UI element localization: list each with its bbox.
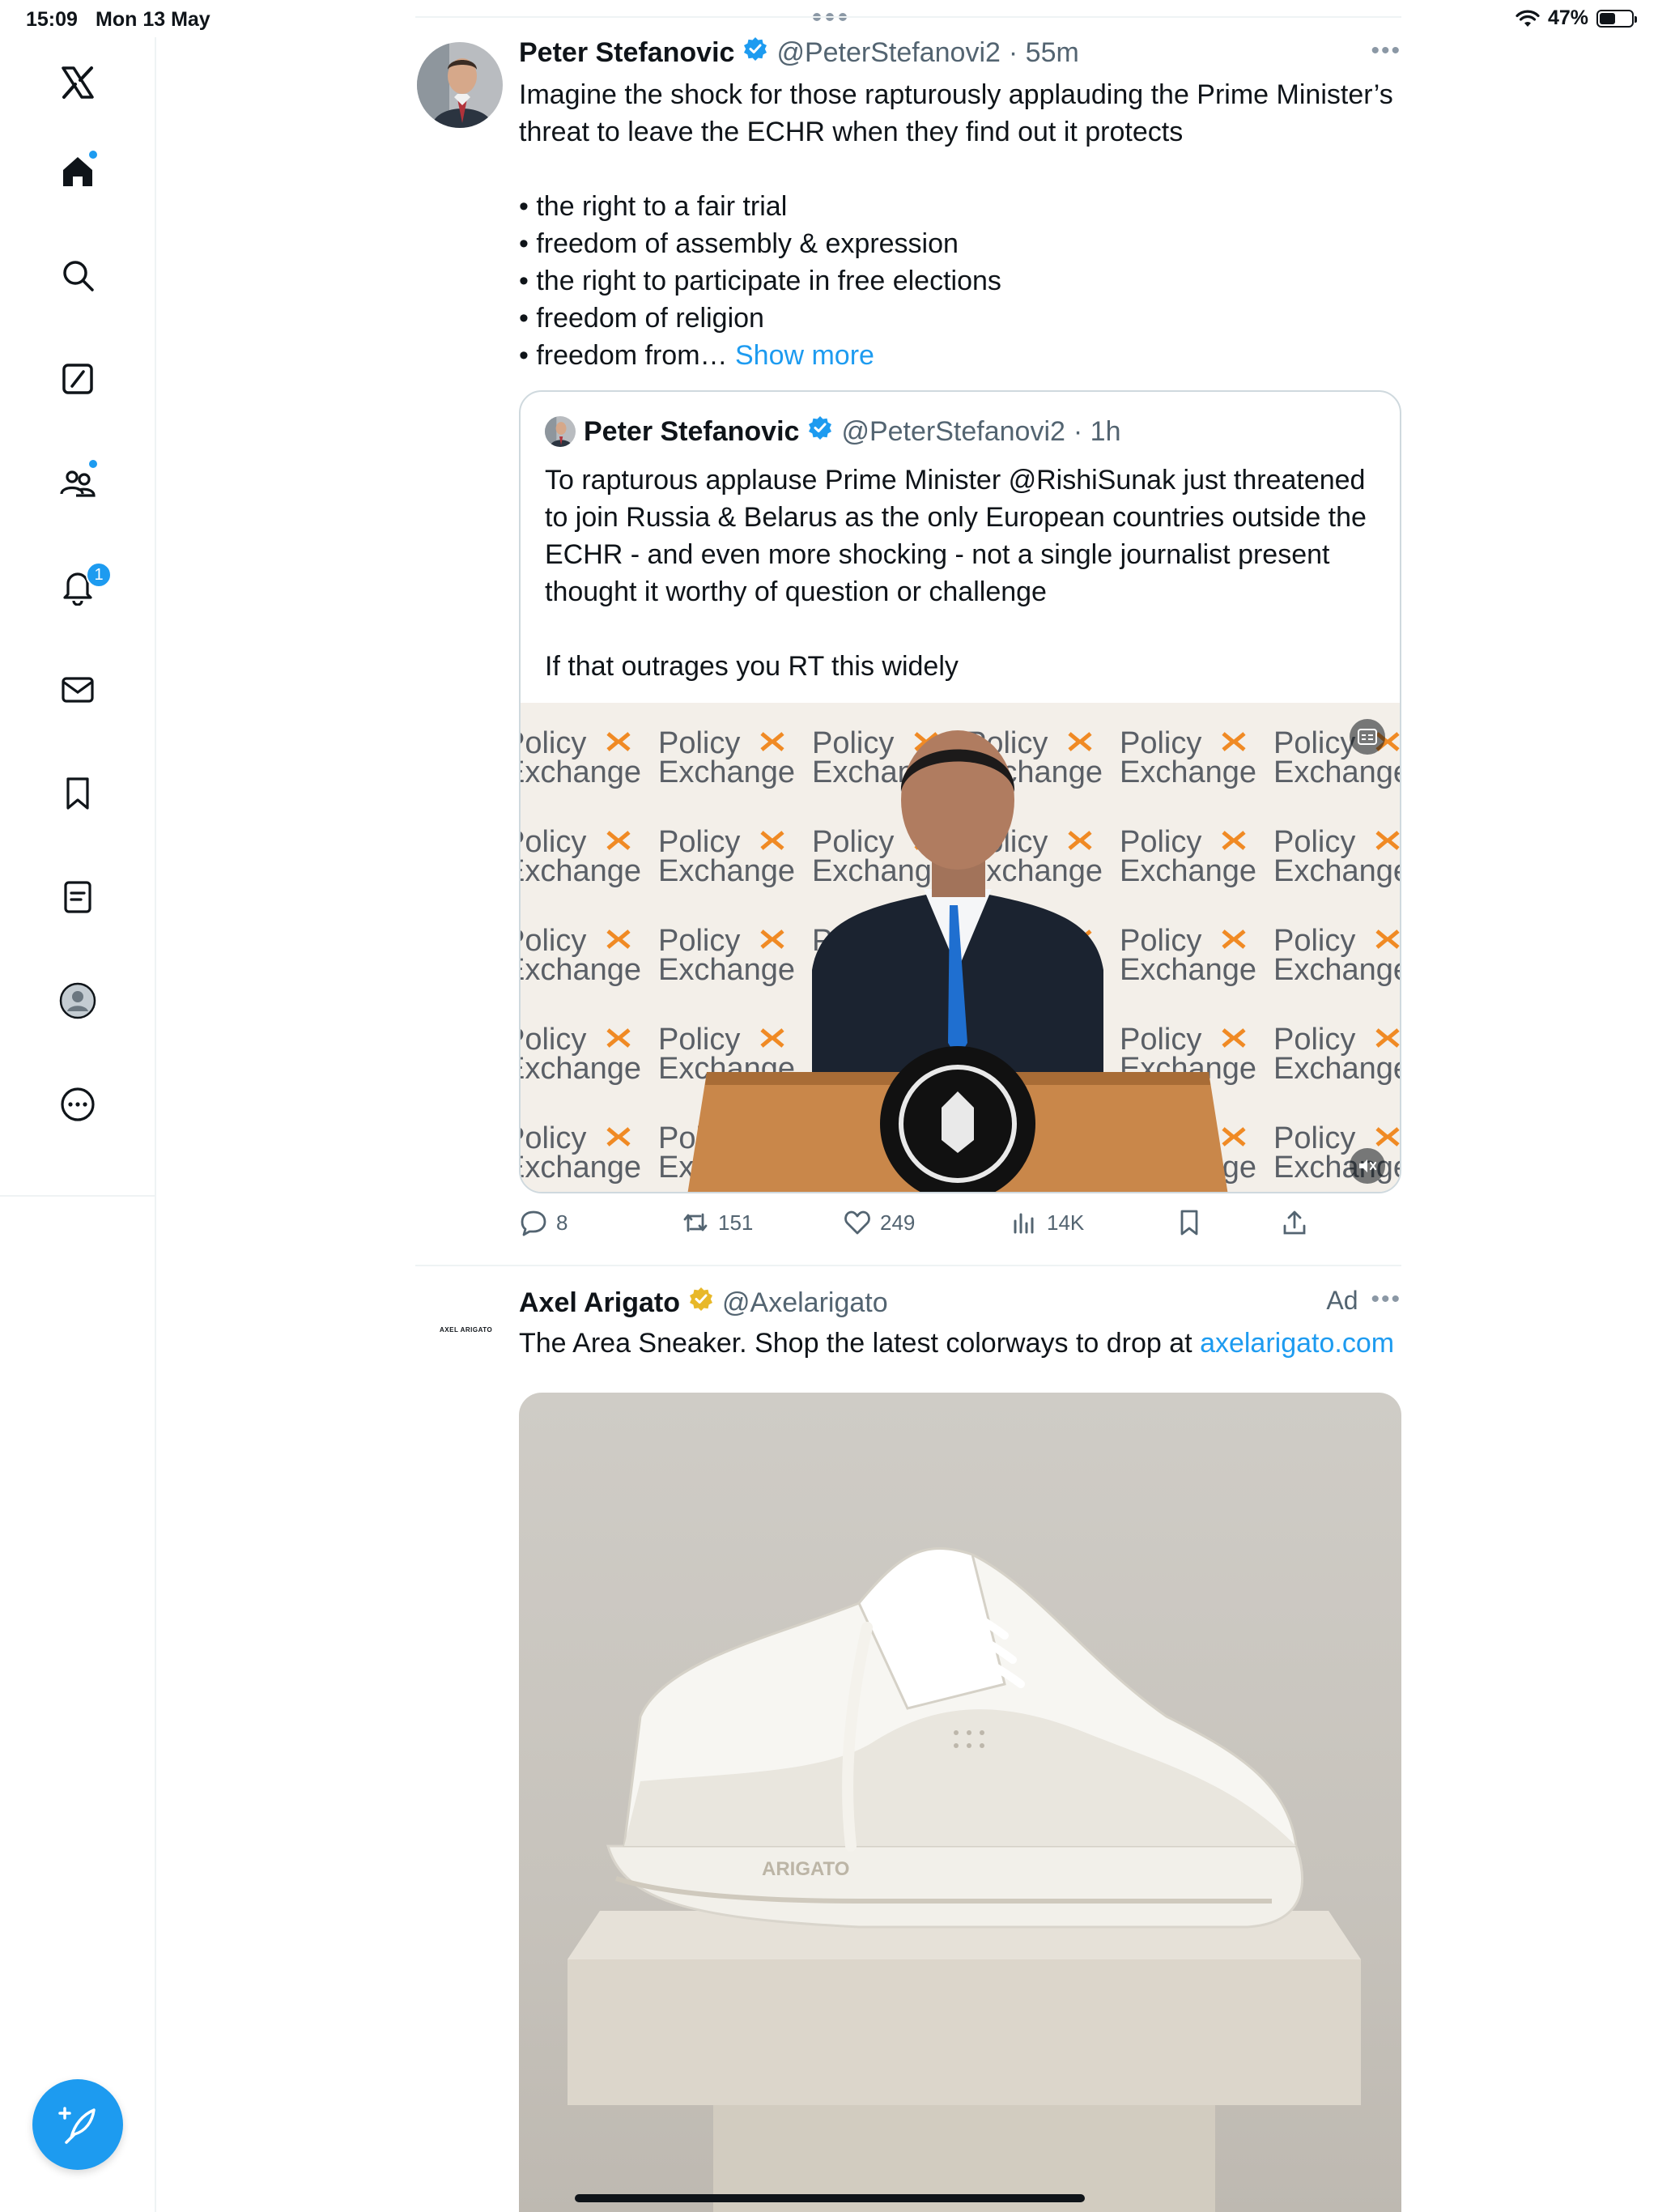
brand-logo[interactable]: AXEL ARIGATO	[440, 1326, 492, 1334]
video-frame: Policy Exchange	[521, 703, 1400, 1192]
ad-more-icon[interactable]: •••	[1371, 1286, 1401, 1316]
tweet-actions: 8 151 249 14K	[519, 1205, 1361, 1245]
ad-link[interactable]: axelarigato.com	[1200, 1328, 1394, 1359]
ad-sneaker-image[interactable]: ARIGATO	[519, 1393, 1401, 2212]
timeline: Peter Stefanovic @PeterStefanovi2 · 55m …	[415, 0, 1401, 2212]
status-date: Mon 13 May	[96, 8, 210, 31]
search-icon[interactable]	[52, 249, 104, 301]
home-icon[interactable]	[52, 146, 104, 198]
author-handle[interactable]: @PeterStefanovi2	[776, 37, 1000, 69]
quote-header: Peter Stefanovic @PeterStefanovi2 · 1h	[584, 415, 1121, 448]
sneaker-illustration: ARIGATO	[568, 1547, 1361, 2212]
bookmark-button[interactable]	[1175, 1208, 1204, 1237]
messages-icon[interactable]	[52, 664, 104, 716]
gold-verified-badge-icon	[690, 1287, 713, 1311]
tweet-body: Imagine the shock for those rapturously …	[519, 76, 1401, 374]
more-options-icon[interactable]	[52, 1078, 104, 1130]
reply-count: 8	[556, 1210, 568, 1235]
bookmarks-icon[interactable]	[52, 768, 104, 819]
share-button[interactable]	[1280, 1208, 1309, 1237]
wifi-icon	[1516, 10, 1540, 27]
quoted-tweet-card[interactable]: Peter Stefanovic @PeterStefanovi2 · 1h T…	[519, 390, 1401, 1193]
grok-icon[interactable]	[52, 353, 104, 405]
ad-body: The Area Sneaker. Shop the latest colorw…	[519, 1325, 1401, 1362]
like-count: 249	[880, 1210, 916, 1235]
quote-author-handle: @PeterStefanovi2	[841, 416, 1065, 447]
tweet-divider	[415, 1265, 1401, 1266]
battery-percent: 47%	[1547, 6, 1588, 29]
avatar[interactable]	[417, 42, 503, 128]
home-indicator	[575, 2194, 1085, 2202]
share-icon	[1283, 1210, 1306, 1235]
sidebar-divider	[0, 1195, 156, 1197]
show-more-link[interactable]: Show more	[735, 340, 874, 371]
quote-avatar	[545, 416, 576, 447]
tweet-text: Imagine the shock for those rapturously …	[519, 79, 1393, 371]
tweet-header: Peter Stefanovic @PeterStefanovi2 · 55m	[519, 36, 1079, 69]
ad-header: Axel Arigato @Axelarigato	[519, 1286, 888, 1319]
notification-count-badge: 1	[86, 562, 112, 588]
video-player[interactable]: Policy Exchange	[521, 703, 1400, 1192]
reply-button[interactable]: 8	[519, 1208, 568, 1237]
author-name[interactable]: Peter Stefanovic	[519, 37, 734, 69]
sidebar: 1	[0, 37, 156, 2212]
quote-text: To rapturous applause Prime Minister @Ri…	[545, 465, 1367, 682]
profile-avatar-icon[interactable]	[52, 975, 104, 1027]
timeline-top-divider	[415, 16, 1401, 18]
reply-icon	[521, 1210, 546, 1236]
mute-icon[interactable]	[1350, 1148, 1385, 1184]
view-count: 14K	[1047, 1210, 1085, 1235]
tweet-more-icon[interactable]: •••	[1371, 37, 1401, 65]
verified-badge-icon	[809, 416, 832, 440]
status-time: 15:09	[26, 8, 78, 31]
ad-label-group: Ad •••	[1326, 1286, 1401, 1316]
repost-icon	[683, 1213, 708, 1232]
compose-post-button[interactable]	[32, 2079, 123, 2170]
views-chart-icon	[1014, 1213, 1034, 1234]
status-indicators: 47%	[1516, 6, 1637, 30]
views-button[interactable]: 14K	[1010, 1208, 1084, 1237]
ad-author-handle[interactable]: @Axelarigato	[722, 1287, 888, 1319]
tweet-time[interactable]: · 55m	[1009, 37, 1079, 69]
notifications-bell-icon[interactable]: 1	[52, 560, 112, 612]
repost-count: 151	[718, 1210, 754, 1235]
caption-icon[interactable]	[1350, 719, 1385, 755]
ad-label: Ad	[1326, 1286, 1358, 1315]
lists-icon[interactable]	[52, 871, 104, 923]
quote-time: · 1h	[1073, 416, 1121, 447]
compose-quill-icon	[58, 2107, 96, 2144]
battery-icon	[1596, 9, 1637, 28]
like-button[interactable]: 249	[843, 1208, 915, 1237]
bookmark-icon	[1180, 1210, 1198, 1236]
heart-icon	[844, 1210, 870, 1235]
ad-text: The Area Sneaker. Shop the latest colorw…	[519, 1328, 1201, 1359]
quote-author-name: Peter Stefanovic	[584, 416, 800, 447]
communities-icon[interactable]	[52, 457, 104, 508]
repost-button[interactable]: 151	[681, 1208, 753, 1237]
verified-badge-icon	[744, 37, 767, 61]
x-logo-icon[interactable]	[52, 57, 104, 108]
svg-text:ARIGATO: ARIGATO	[762, 1858, 849, 1880]
ad-author-name[interactable]: Axel Arigato	[519, 1287, 680, 1319]
